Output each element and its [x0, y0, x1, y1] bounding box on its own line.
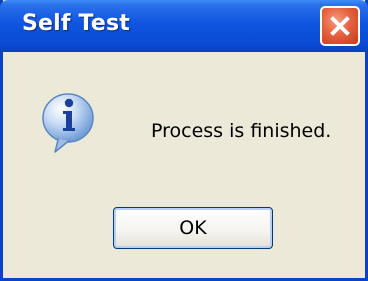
close-button[interactable] [320, 6, 360, 46]
message-text: Process is finished. [151, 120, 332, 142]
self-test-dialog: Self Test Process is finished. OK [0, 0, 368, 281]
ok-button-label: OK [179, 217, 207, 239]
ok-button[interactable]: OK [113, 207, 273, 249]
dialog-body: Process is finished. OK [3, 52, 365, 278]
window-title: Self Test [22, 11, 130, 36]
title-bar[interactable]: Self Test [0, 0, 368, 52]
close-icon [330, 16, 350, 36]
info-icon [42, 93, 94, 153]
